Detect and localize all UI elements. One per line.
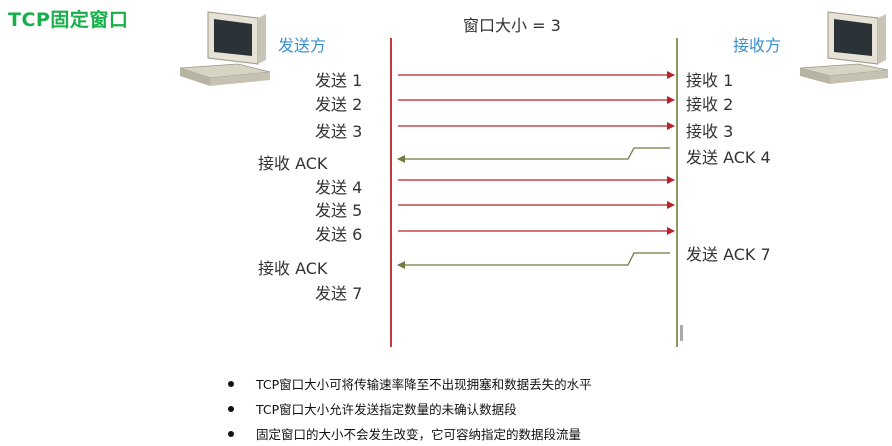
receiver-label-send-ack-7: 发送 ACK 7 <box>686 245 771 264</box>
bullet-dot-icon <box>228 405 234 412</box>
sender-label-send-3: 发送 3 <box>315 122 363 141</box>
receiver-title: 接收方 <box>733 36 782 55</box>
sender-title: 发送方 <box>278 36 327 55</box>
sender-label-send-5: 发送 5 <box>315 201 363 220</box>
bullet-text: 固定窗口的大小不会发生改变，它可容纳指定的数据段流量 <box>256 427 582 442</box>
computer-icon-sender <box>179 11 271 86</box>
receiver-label-recv-1: 接收 1 <box>686 71 734 90</box>
sender-label-recv-ack-2: 接收 ACK <box>258 259 328 278</box>
sender-label-send-7: 发送 7 <box>315 284 363 303</box>
bullet-list: TCP窗口大小可将传输速率降至不出现拥塞和数据丢失的水平 TCP窗口大小允许发送… <box>228 371 592 446</box>
sender-label-send-4: 发送 4 <box>315 178 363 197</box>
bullet-item: TCP窗口大小允许发送指定数量的未确认数据段 <box>228 396 592 421</box>
bullet-dot-icon <box>228 430 234 437</box>
bullet-text: TCP窗口大小允许发送指定数量的未确认数据段 <box>256 402 517 417</box>
window-size-label: 窗口大小 = 3 <box>463 16 561 35</box>
sender-label-send-6: 发送 6 <box>315 225 363 244</box>
arrow-ack-7 <box>397 252 670 269</box>
receiver-label-recv-3: 接收 3 <box>686 122 734 141</box>
computer-icon-receiver <box>799 11 889 84</box>
bullet-item: TCP窗口大小可将传输速率降至不出现拥塞和数据丢失的水平 <box>228 371 592 396</box>
receiver-label-recv-2: 接收 2 <box>686 95 734 114</box>
receiver-label-send-ack-4: 发送 ACK 4 <box>686 148 771 167</box>
bullet-item: 固定窗口的大小不会发生改变，它可容纳指定的数据段流量 <box>228 421 592 446</box>
bullet-text: TCP窗口大小可将传输速率降至不出现拥塞和数据丢失的水平 <box>256 377 592 392</box>
credit-watermark <box>680 325 683 341</box>
sender-label-recv-ack-1: 接收 ACK <box>258 154 328 173</box>
arrow-ack-4 <box>397 147 670 163</box>
bullet-dot-icon <box>228 380 234 387</box>
sender-label-send-1: 发送 1 <box>315 71 363 90</box>
sender-label-send-2: 发送 2 <box>315 95 363 114</box>
